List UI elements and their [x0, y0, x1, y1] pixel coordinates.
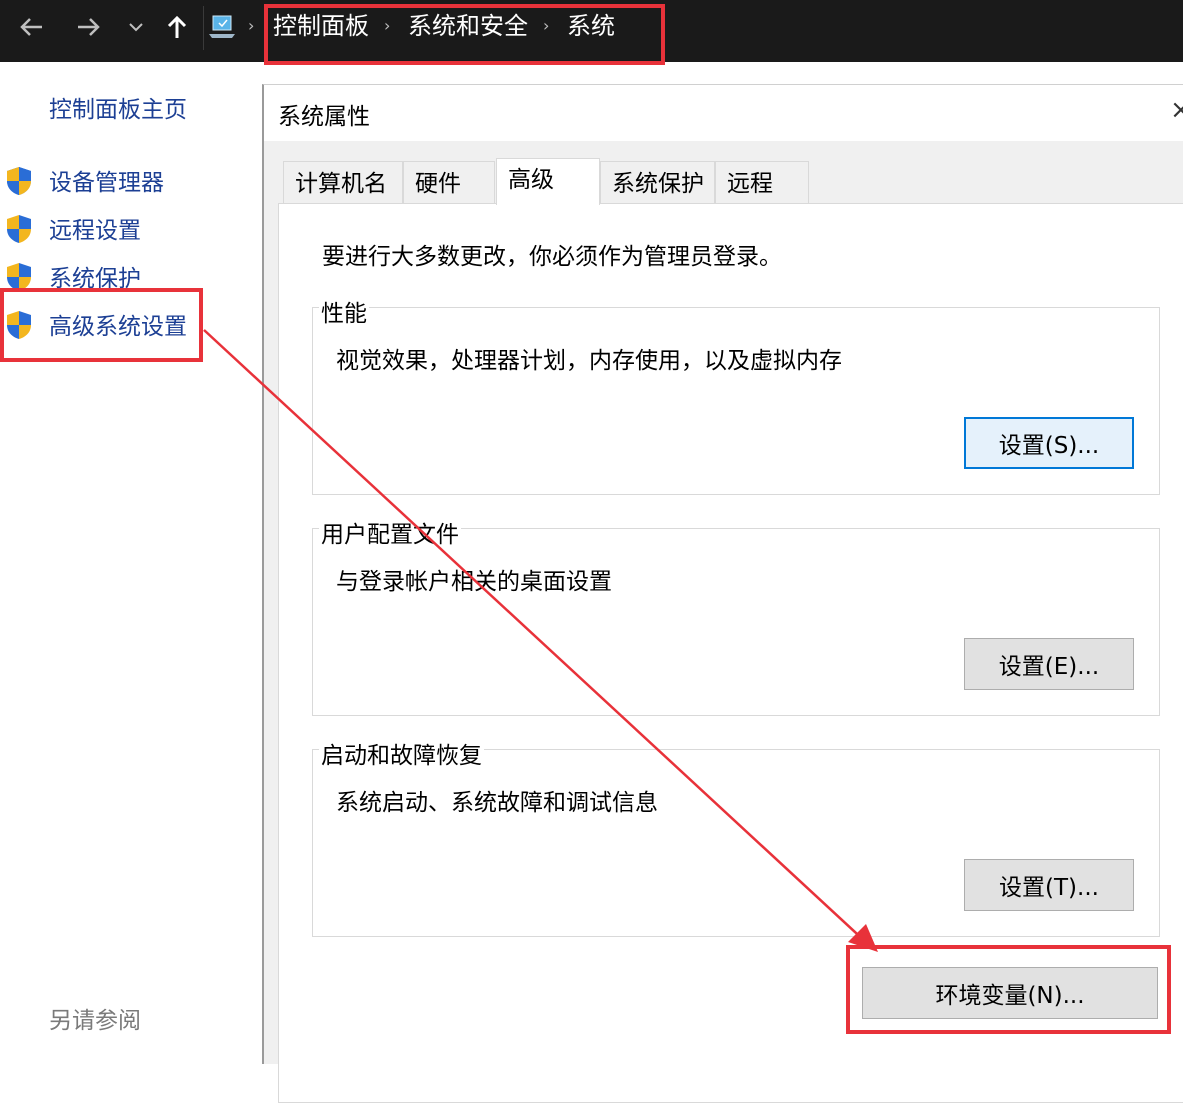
address-divider: [203, 6, 204, 50]
sidebar-item-device-manager[interactable]: 设备管理器: [0, 160, 250, 200]
system-properties-dialog: 系统属性 × 计算机名 硬件 高级 系统保护 远程 要进行大多数更改，你必须作为…: [262, 84, 1183, 1103]
startup-recovery-settings-button[interactable]: 设置(T)...: [964, 859, 1134, 911]
sidebar-item-label: 设备管理器: [49, 170, 164, 196]
computer-icon: [206, 9, 238, 45]
arrow-left-icon[interactable]: [14, 9, 48, 45]
env-button-highlight-box: [846, 945, 1171, 1034]
control-panel-home-link[interactable]: 控制面板主页: [49, 90, 187, 124]
tab-computer-name[interactable]: 计算机名: [283, 161, 403, 203]
startup-recovery-group: 启动和故障恢复 系统启动、系统故障和调试信息 设置(T)...: [312, 736, 1160, 937]
close-icon[interactable]: ×: [1170, 95, 1183, 125]
tab-advanced[interactable]: 高级: [496, 158, 600, 205]
admin-notice: 要进行大多数更改，你必须作为管理员登录。: [322, 244, 782, 270]
arrow-up-icon[interactable]: [162, 9, 192, 45]
dialog-title: 系统属性: [278, 104, 370, 130]
tab-system-protection[interactable]: 系统保护: [600, 161, 715, 203]
user-profiles-group: 用户配置文件 与登录帐户相关的桌面设置 设置(E)...: [312, 515, 1160, 716]
tab-remote[interactable]: 远程: [715, 161, 809, 203]
group-description: 视觉效果，处理器计划，内存使用，以及虚拟内存: [336, 348, 842, 374]
performance-settings-button[interactable]: 设置(S)...: [964, 417, 1134, 469]
group-title: 性能: [319, 294, 369, 328]
left-pane: 控制面板主页 设备管理器 远程设置 系统保护 高级系统设置 另请参阅: [0, 62, 250, 1052]
group-description: 与登录帐户相关的桌面设置: [336, 569, 612, 595]
uac-shield-icon: [7, 215, 31, 243]
dialog-titlebar: [264, 85, 1183, 141]
group-title: 启动和故障恢复: [319, 736, 484, 770]
chevron-down-icon[interactable]: [124, 9, 148, 45]
breadcrumb-highlight-box: [264, 4, 665, 65]
sidebar-item-label: 远程设置: [49, 218, 141, 244]
see-also-heading: 另请参阅: [49, 1008, 141, 1034]
user-profiles-settings-button[interactable]: 设置(E)...: [964, 638, 1134, 690]
performance-group: 性能 视觉效果，处理器计划，内存使用，以及虚拟内存 设置(S)...: [312, 294, 1160, 495]
arrow-right-icon[interactable]: [72, 9, 106, 45]
group-title: 用户配置文件: [319, 515, 461, 549]
group-description: 系统启动、系统故障和调试信息: [336, 790, 658, 816]
uac-shield-icon: [7, 167, 31, 195]
breadcrumb-separator: ›: [248, 16, 255, 35]
sidebar-item-remote-settings[interactable]: 远程设置: [0, 208, 250, 248]
tab-hardware[interactable]: 硬件: [403, 161, 495, 203]
advanced-settings-highlight-box: [0, 288, 203, 362]
